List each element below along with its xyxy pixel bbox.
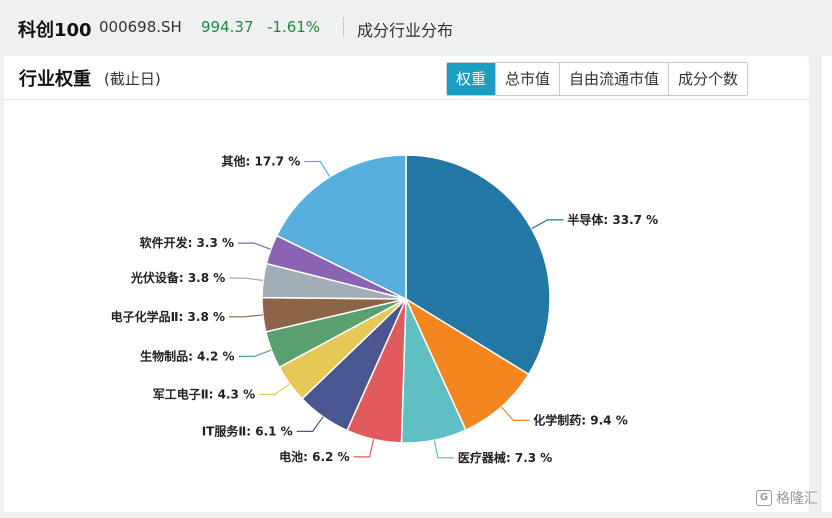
slice-label: 光伏设备: 3.8 % [130,270,225,285]
leader-line [238,349,272,357]
slice-label: 生物制品: 4.2 % [140,348,234,363]
slice-label: 电子化学品Ⅱ: 3.8 % [111,309,225,324]
watermark-text: 格隆汇 [776,491,818,507]
slice-label: 军工电子Ⅱ: 4.3 % [153,386,255,401]
slice-label: IT服务Ⅱ: 6.1 % [202,423,293,438]
slice-label: 电池: 6.2 % [279,449,349,464]
leader-line [353,439,375,458]
slice-label: 半导体: 33.7 % [567,212,658,227]
leader-line [304,160,331,178]
leader-line [229,277,264,282]
slice-label: 软件开发: 3.3 % [140,235,234,250]
slice-label: 化学制药: 9.4 % [533,412,627,427]
leader-line [531,219,564,230]
slice-label: 医疗器械: 7.3 % [458,450,552,465]
leader-line [229,314,263,318]
pie-chart: 半导体: 33.7 % 化学制药: 9.4 % 医疗器械: 7.3 % 电池: 6.2… [111,154,659,465]
watermark: G 格隆汇 [756,488,818,508]
leader-line [238,242,272,250]
leader-line [296,416,324,432]
slice-label: 其他: 17.7 % [222,154,301,169]
leader-line [433,440,454,459]
leader-line [500,406,530,421]
watermark-logo-icon: G [756,490,772,506]
leader-line [259,383,290,395]
